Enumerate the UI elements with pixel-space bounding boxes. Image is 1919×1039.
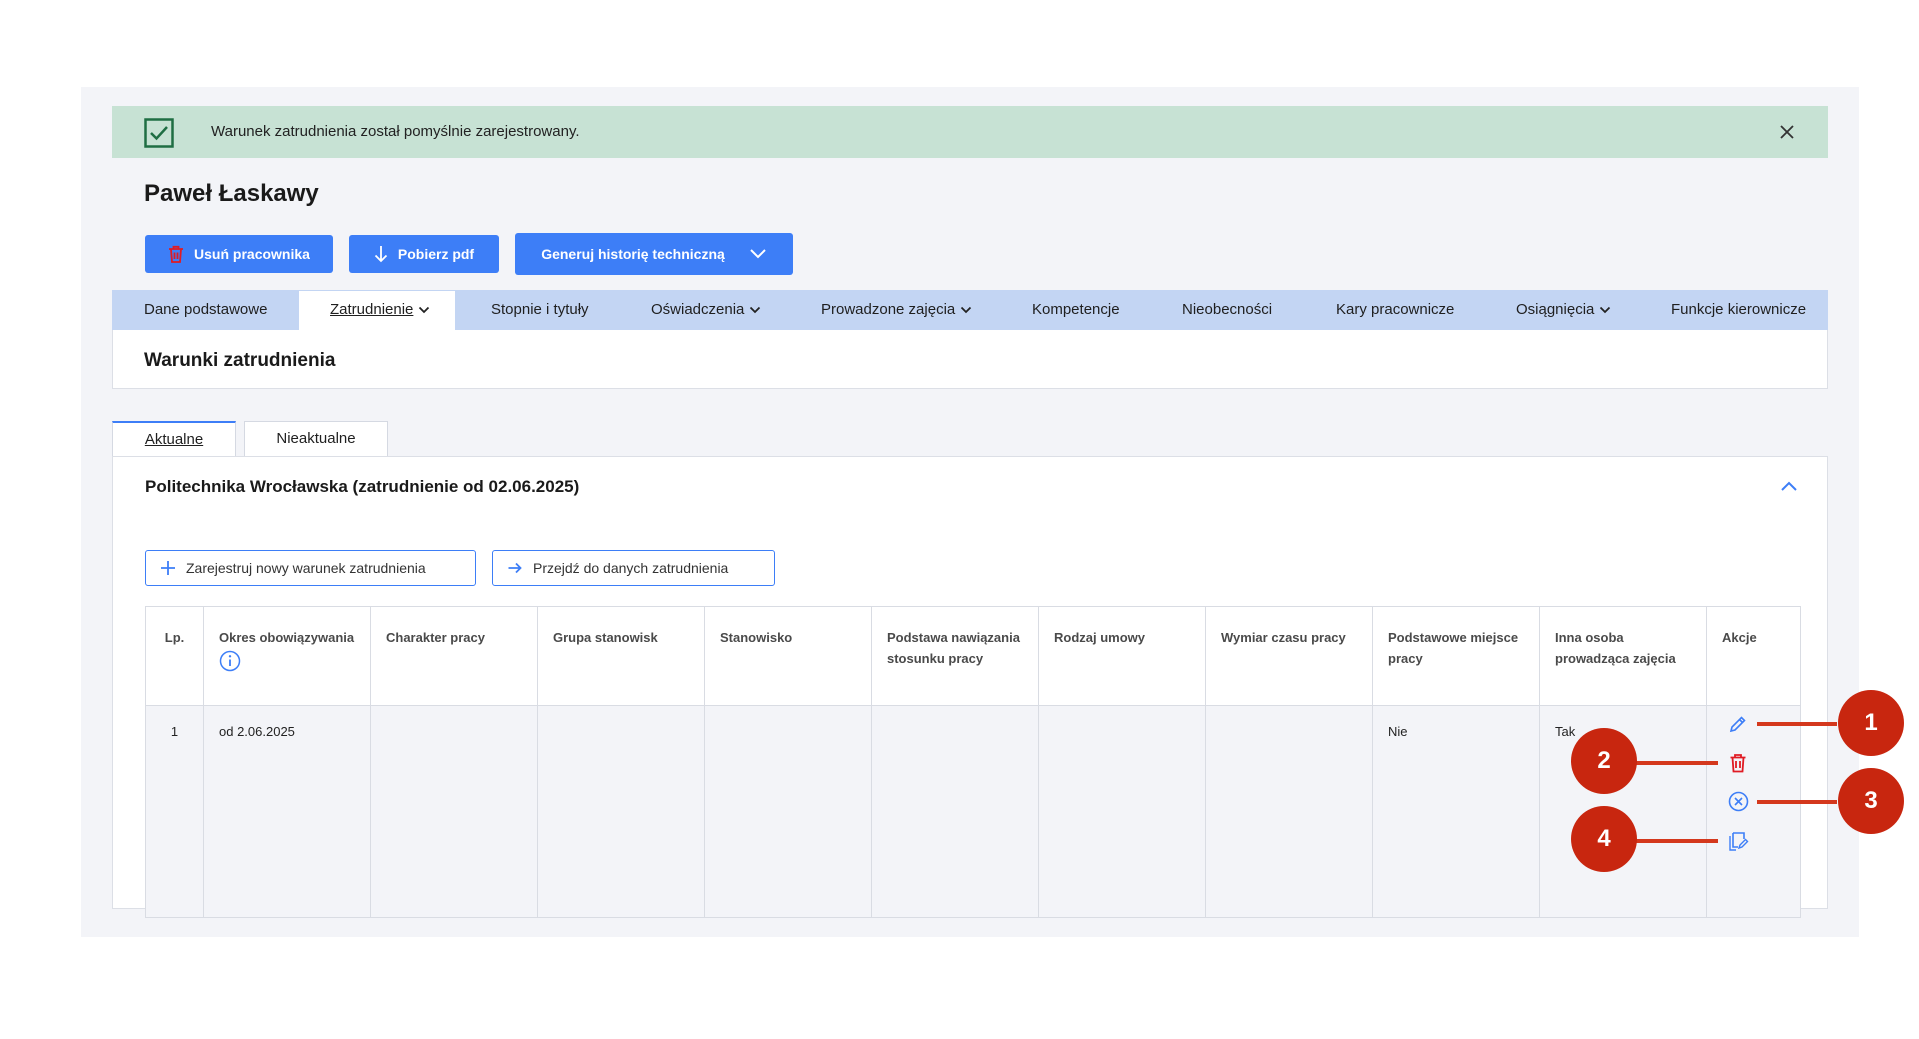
col-header-podstawa: Podstawa nawiązania stosunku pracy — [871, 606, 1039, 706]
goto-employment-label: Przejdź do danych zatrudnienia — [533, 560, 729, 576]
alert-message: Warunek zatrudnienia został pomyślnie za… — [211, 123, 580, 140]
cell-akcje — [1706, 705, 1801, 918]
cell-stanowisko — [704, 705, 872, 918]
chevron-down-icon[interactable] — [749, 248, 767, 260]
col-header-grupa: Grupa stanowisk — [537, 606, 705, 706]
goto-employment-button[interactable]: Przejdź do danych zatrudnienia — [492, 550, 775, 586]
col-header-akcje: Akcje — [1706, 606, 1801, 706]
col-header-lp: Lp. — [145, 606, 204, 706]
tab-prowadzone-zajecia[interactable]: Prowadzone zajęcia — [821, 290, 972, 330]
cell-okres: od 2.06.2025 — [203, 705, 371, 918]
col-header-inna: Inna osoba prowadząca zajęcia — [1539, 606, 1707, 706]
section-header — [112, 330, 1828, 389]
cell-podstawa — [871, 705, 1039, 918]
callout-line-4 — [1630, 839, 1718, 843]
callout-line-1 — [1757, 722, 1837, 726]
cancel-circle-icon[interactable] — [1728, 791, 1749, 812]
tab-aktualne[interactable]: Aktualne — [112, 421, 236, 456]
callout-badge-1: 1 — [1838, 690, 1904, 756]
chevron-down-icon — [961, 306, 972, 314]
tab-label: Dane podstawowe — [144, 301, 268, 318]
col-header-rodzaj: Rodzaj umowy — [1038, 606, 1206, 706]
callout-badge-3: 3 — [1838, 768, 1904, 834]
section-title: Warunki zatrudnienia — [144, 350, 336, 371]
col-header-okres: Okres obowiązywania — [203, 606, 371, 706]
cell-rodzaj — [1038, 705, 1206, 918]
trash-icon[interactable] — [1729, 753, 1747, 773]
tab-label: Prowadzone zajęcia — [821, 301, 956, 318]
cell-lp: 1 — [145, 705, 204, 918]
generate-history-label: Generuj historię techniczną — [541, 246, 725, 262]
callout-badge-2: 2 — [1571, 728, 1637, 794]
arrow-right-icon — [508, 562, 522, 574]
tab-label: Funkcje kierownicze — [1671, 301, 1807, 318]
register-condition-label: Zarejestruj nowy warunek zatrudnienia — [186, 560, 426, 576]
cell-charakter — [370, 705, 538, 918]
tab-stopnie-i-tytuly[interactable]: Stopnie i tytuły — [491, 290, 589, 330]
tab-nieobecnosci[interactable]: Nieobecności — [1182, 290, 1272, 330]
tab-oswiadczenia[interactable]: Oświadczenia — [651, 290, 761, 330]
arrow-down-icon — [374, 246, 388, 263]
chevron-up-icon[interactable] — [1780, 480, 1798, 492]
col-header-podstawowe: Podstawowe miejsce pracy — [1372, 606, 1540, 706]
page-title: Paweł Łaskawy — [144, 180, 319, 207]
register-condition-button[interactable]: Zarejestruj nowy warunek zatrudnienia — [145, 550, 476, 586]
cell-wymiar — [1205, 705, 1373, 918]
tab-label: Zatrudnienie — [330, 301, 414, 318]
tab-zatrudnienie[interactable]: Zatrudnienie — [330, 290, 430, 330]
tab-label: Kompetencje — [1032, 301, 1120, 318]
col-header-okres-label: Okres obowiązywania — [219, 630, 355, 645]
tab-label: Osiągnięcia — [1516, 301, 1595, 318]
tab-kary-pracownicze[interactable]: Kary pracownicze — [1336, 290, 1454, 330]
col-header-wymiar: Wymiar czasu pracy — [1205, 606, 1373, 706]
pencil-icon[interactable] — [1728, 714, 1748, 734]
download-pdf-label: Pobierz pdf — [397, 246, 475, 262]
delete-employee-button[interactable]: Usuń pracownika — [145, 235, 333, 273]
tab-kompetencje[interactable]: Kompetencje — [1032, 290, 1120, 330]
chevron-down-icon — [419, 306, 430, 314]
col-header-stanowisko: Stanowisko — [704, 606, 872, 706]
callout-badge-4: 4 — [1571, 806, 1637, 872]
tab-label: Stopnie i tytuły — [491, 301, 589, 318]
panel-title: Politechnika Wrocławska (zatrudnienie od… — [145, 477, 580, 496]
plus-icon — [161, 561, 175, 575]
check-square-icon — [144, 118, 174, 148]
trash-icon — [169, 245, 184, 263]
tab-dane-podstawowe[interactable]: Dane podstawowe — [144, 290, 267, 330]
cell-podstawowe: Nie — [1372, 705, 1540, 918]
tab-nieaktualne[interactable]: Nieaktualne — [244, 421, 388, 456]
close-icon[interactable] — [1779, 124, 1795, 140]
copy-edit-icon[interactable] — [1728, 830, 1749, 851]
generate-history-button[interactable]: Generuj historię techniczną — [515, 233, 793, 275]
chevron-down-icon — [1600, 306, 1611, 314]
table-row: 1 od 2.06.2025 Nie Tak — [145, 705, 1801, 918]
tab-label: Nieobecności — [1182, 301, 1273, 318]
conditions-table: Lp. Okres obowiązywania Charakter pracy … — [145, 606, 1801, 918]
table-header-row: Lp. Okres obowiązywania Charakter pracy … — [145, 606, 1801, 706]
tab-funkcje-kierownicze[interactable]: Funkcje kierownicze — [1671, 290, 1806, 330]
cell-grupa — [537, 705, 705, 918]
tab-label: Oświadczenia — [651, 301, 745, 318]
tab-label: Kary pracownicze — [1336, 301, 1455, 318]
callout-line-2 — [1630, 761, 1718, 765]
col-header-charakter: Charakter pracy — [370, 606, 538, 706]
info-icon[interactable] — [219, 650, 241, 672]
callout-line-3 — [1757, 800, 1837, 804]
delete-employee-label: Usuń pracownika — [194, 246, 310, 262]
chevron-down-icon — [750, 306, 761, 314]
tab-osiagniecia[interactable]: Osiągnięcia — [1516, 290, 1611, 330]
download-pdf-button[interactable]: Pobierz pdf — [349, 235, 499, 273]
